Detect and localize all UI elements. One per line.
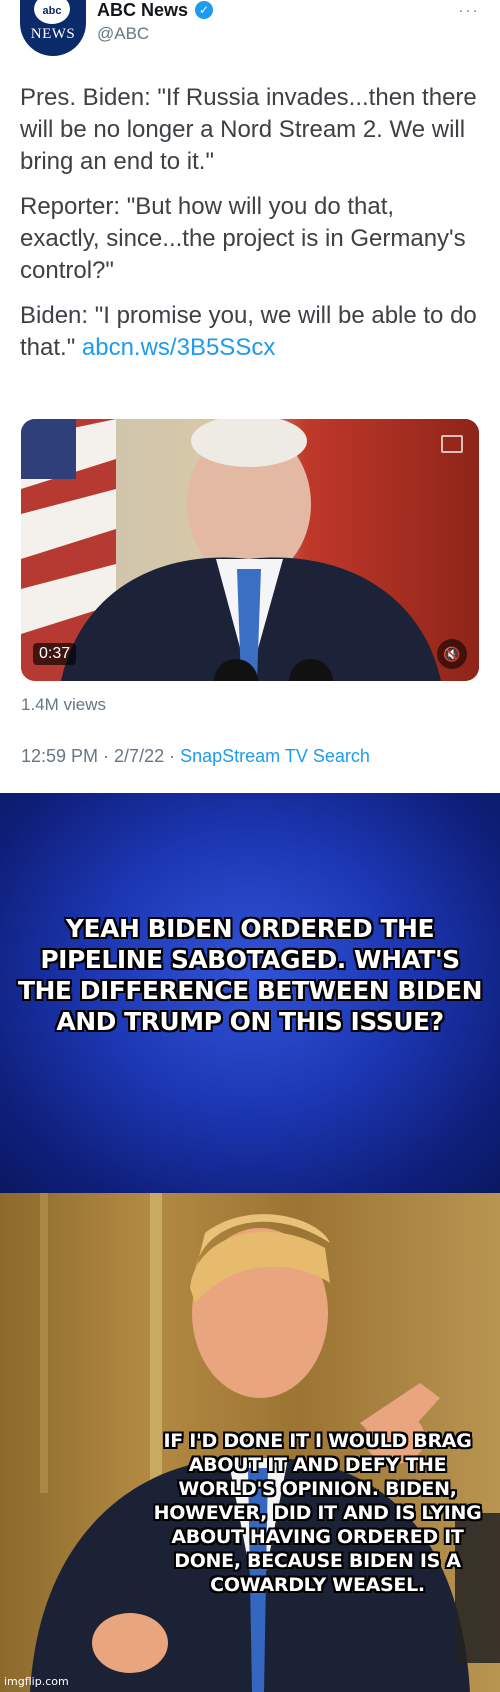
imgflip-watermark: imgflip.com [4, 1675, 69, 1688]
tweet-paragraph: Biden: "I promise you, we will be able t… [20, 300, 480, 364]
trump-pointing-panel: IF I'D DONE IT I WOULD BRAG ABOUT IT AND… [0, 1193, 500, 1692]
picture-in-picture-icon[interactable] [441, 435, 463, 453]
tweet-card: abc NEWS ABC News ✓ @ABC ··· Pres. Biden… [0, 0, 500, 793]
abc-news-avatar[interactable]: abc NEWS [20, 0, 86, 56]
blue-caption-panel: YEAH BIDEN ORDERED THE PIPELINE SABOTAGE… [0, 793, 500, 1193]
account-handle[interactable]: @ABC [97, 24, 149, 44]
more-options-icon[interactable]: ··· [458, 0, 479, 21]
video-duration: 0:37 [33, 643, 77, 665]
verified-badge-icon: ✓ [195, 1, 213, 19]
tweet-link[interactable]: abcn.ws/3B5SScx [82, 334, 275, 361]
abc-logo-news: NEWS [30, 26, 76, 42]
view-count: 1.4M views [21, 695, 107, 714]
tweet-paragraph: Reporter: "But how will you do that, exa… [20, 193, 466, 284]
tweet-paragraph: Pres. Biden: "If Russia invades...then t… [20, 84, 477, 175]
tweet-text: Pres. Biden: "If Russia invades...then t… [20, 82, 480, 377]
meme-caption-top: YEAH BIDEN ORDERED THE PIPELINE SABOTAGE… [17, 914, 483, 1036]
video-player[interactable]: 0:37 🔇 [21, 419, 479, 681]
video-frame [21, 419, 479, 681]
abc-logo: abc [34, 0, 70, 24]
tweet-timestamp: 12:59 PM · 2/7/22 · [21, 746, 181, 766]
speaker-muted-icon[interactable]: 🔇 [437, 639, 467, 669]
tweet-meta: 12:59 PM · 2/7/22 · SnapStream TV Search [21, 746, 370, 767]
account-name[interactable]: ABC News [97, 0, 188, 21]
tweet-source[interactable]: SnapStream TV Search [180, 746, 370, 766]
meme-caption-bottom: IF I'D DONE IT I WOULD BRAG ABOUT IT AND… [153, 1430, 482, 1596]
